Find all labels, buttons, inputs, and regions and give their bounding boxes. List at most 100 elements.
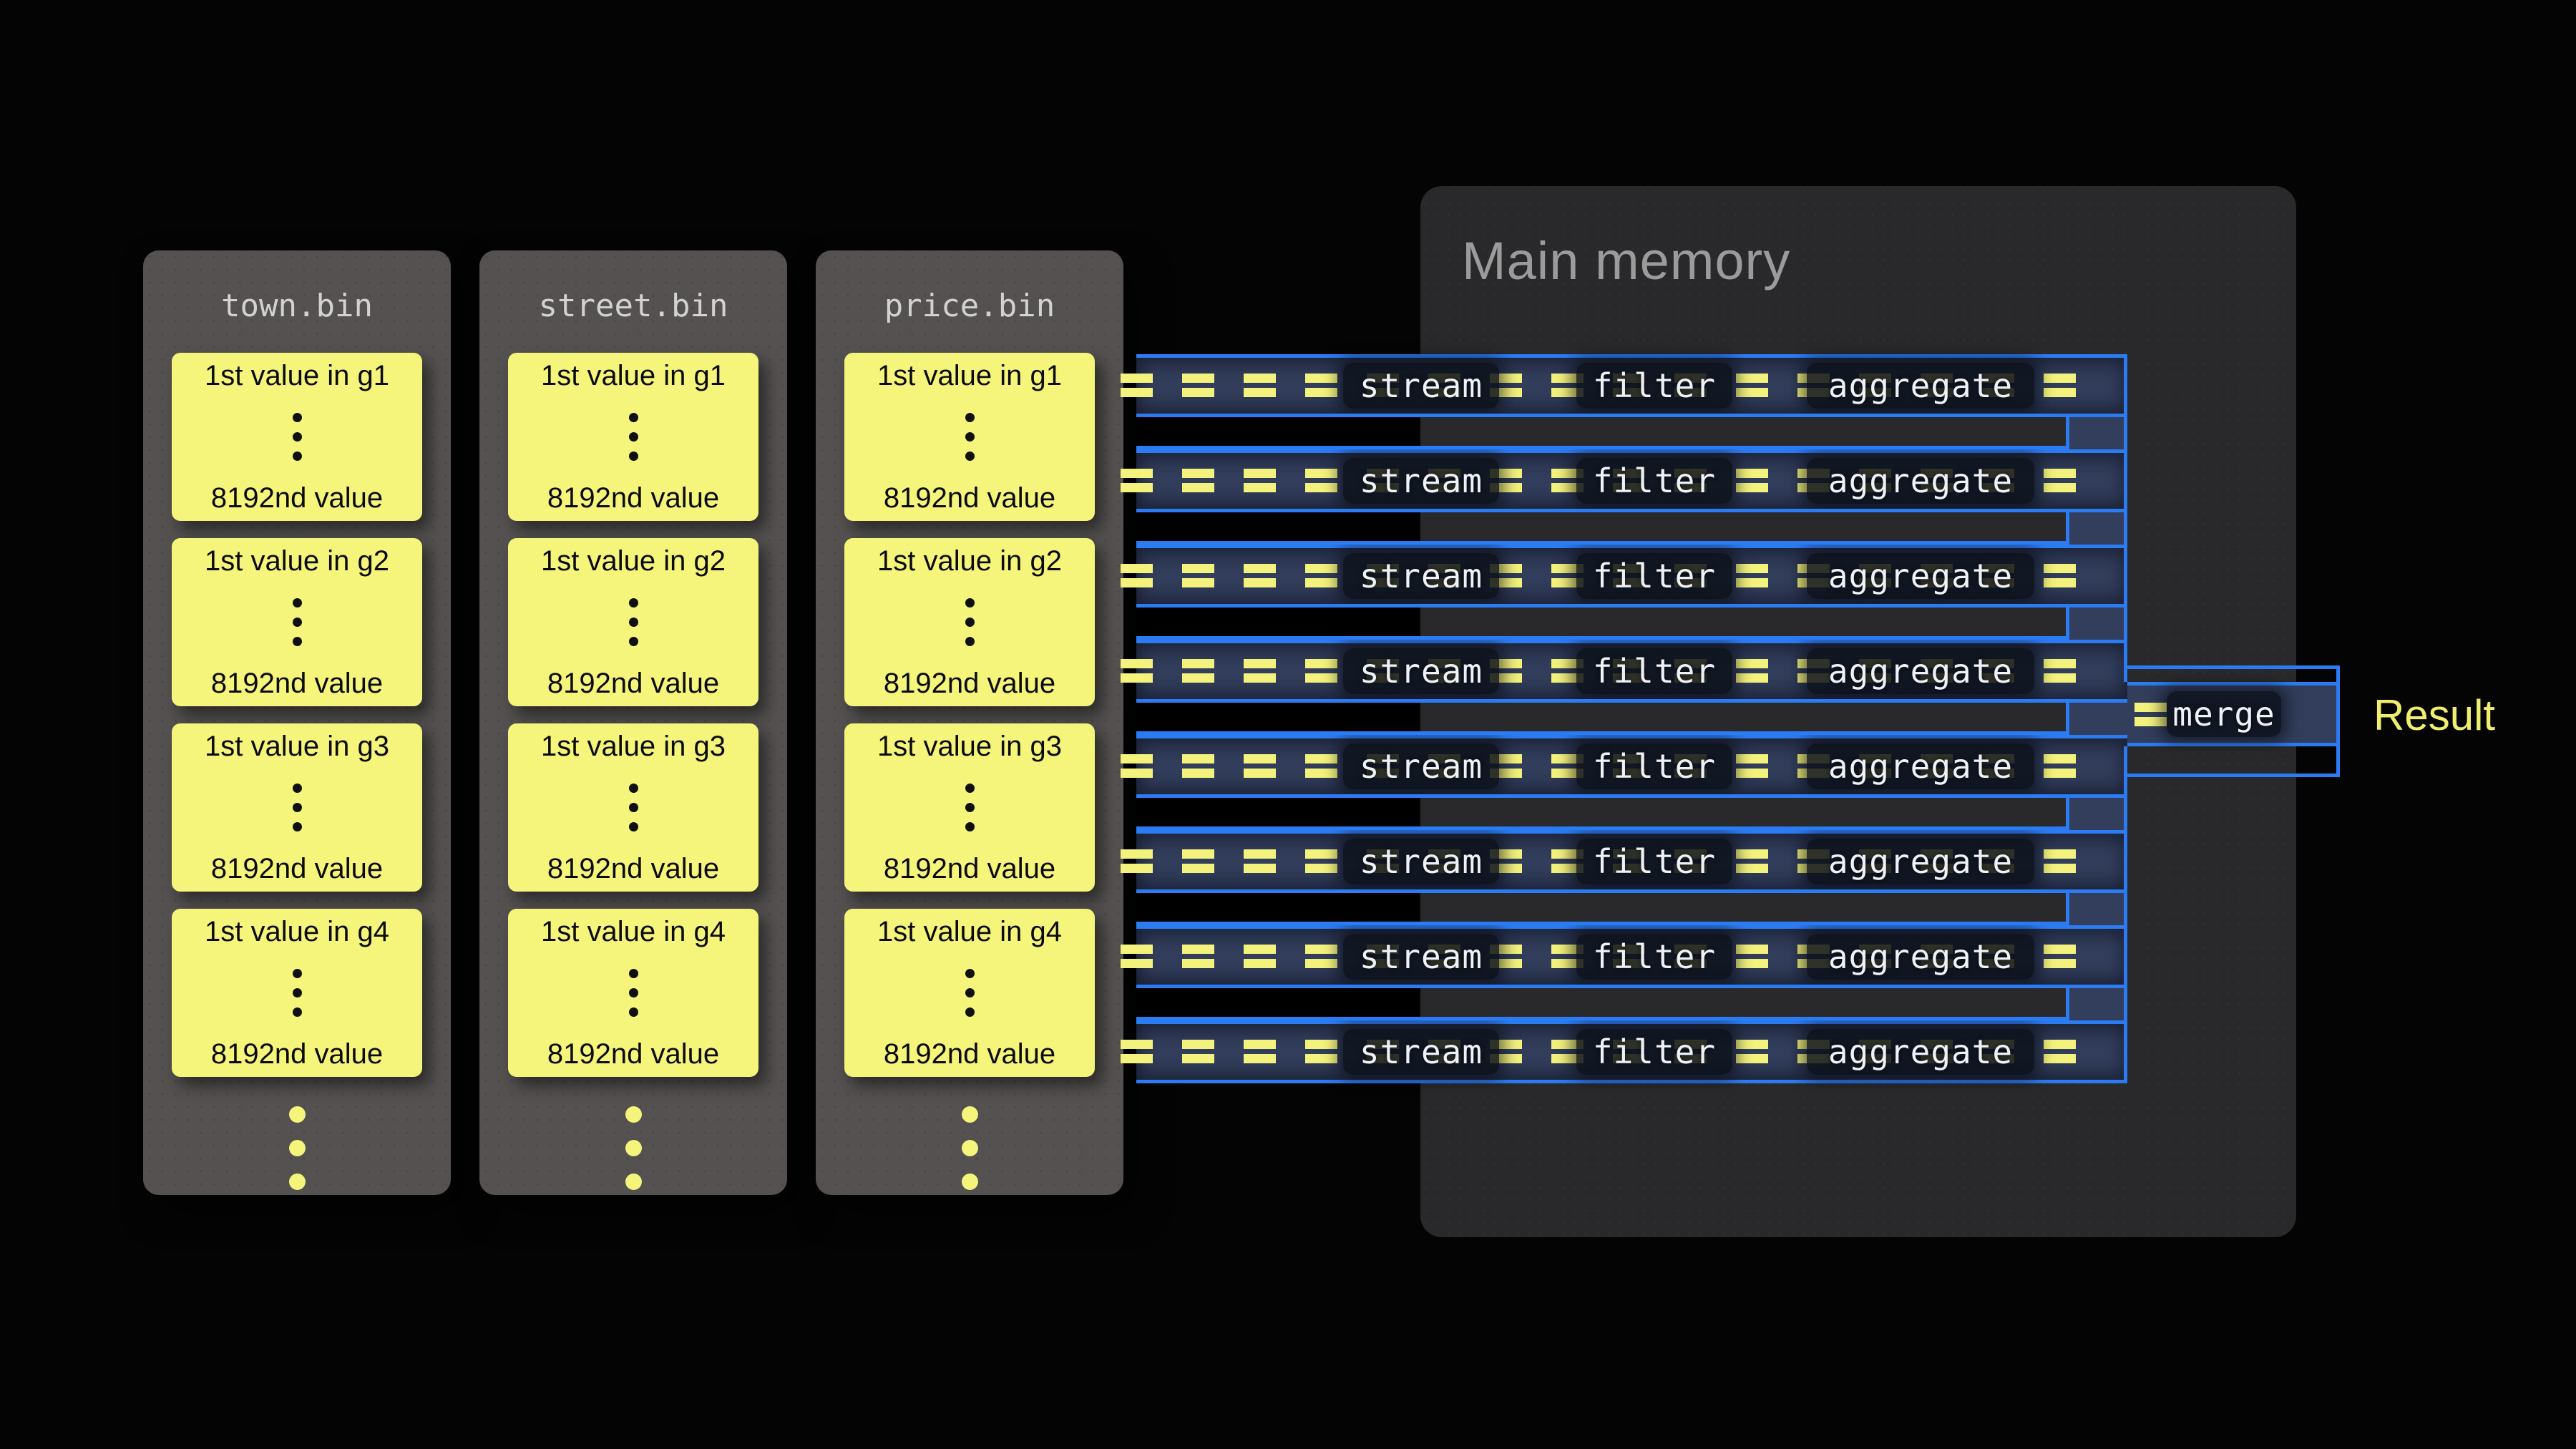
- stage-label: filter: [1593, 652, 1716, 691]
- first-value-label: 1st value in g1: [541, 360, 726, 391]
- pipeline-lane: stream filter aggregate: [1136, 640, 2127, 703]
- dot-icon: [629, 413, 638, 422]
- data-chunk-icon: [1182, 754, 1214, 778]
- more-groups-dots-icon: [143, 1098, 451, 1199]
- last-value-label: 8192nd value: [884, 482, 1055, 514]
- data-chunk-icon: [1244, 754, 1276, 778]
- dot-icon: [962, 1106, 978, 1123]
- dot-icon: [293, 598, 302, 608]
- data-chunk-icon: [2044, 849, 2076, 873]
- stage-box-aggregate: aggregate: [1807, 839, 2034, 884]
- pipeline-lane: streamfilteraggregate: [1136, 545, 2127, 608]
- file-card: price.bin1st value in g18192nd value1st …: [816, 250, 1123, 1195]
- stage-box-filter: filter: [1576, 839, 1732, 884]
- data-chunk-icon: [1121, 659, 1153, 683]
- pipeline-lane: streamfilteraggregate: [1136, 735, 2127, 798]
- stage-label: filter: [1593, 1033, 1716, 1071]
- data-chunk-icon: [2044, 1040, 2076, 1063]
- data-chunk-icon: [1182, 849, 1214, 873]
- dot-icon: [289, 1106, 306, 1123]
- ellipsis-dots-icon: [965, 593, 975, 651]
- data-chunk-icon: [1182, 469, 1214, 492]
- stage-box-filter: filter: [1576, 934, 1732, 980]
- dot-icon: [965, 988, 975, 997]
- stage-label: filter: [1593, 842, 1716, 881]
- first-value-label: 1st value in g4: [541, 916, 726, 947]
- ellipsis-dots-icon: [629, 408, 638, 466]
- merge-box: merge: [2167, 691, 2281, 737]
- stage-label: stream: [1360, 652, 1483, 691]
- dot-icon: [965, 1008, 975, 1017]
- stage-label: filter: [1593, 937, 1716, 976]
- data-chunk-icon: [1736, 849, 1768, 873]
- data-chunk-icon: [1121, 849, 1153, 873]
- dot-icon: [965, 637, 975, 646]
- data-chunk-icon: [2044, 659, 2076, 683]
- dot-icon: [293, 803, 302, 812]
- value-block: 1st value in g28192nd value: [508, 538, 758, 706]
- value-block: 1st value in g38192nd value: [172, 723, 422, 892]
- pipeline-right-border: [2124, 354, 2127, 682]
- stage-box-aggregate: aggregate: [1807, 743, 2034, 789]
- stage-box-aggregate: aggregate: [1807, 934, 2034, 980]
- stage-box-aggregate: aggregate: [1807, 1029, 2034, 1075]
- data-chunk-icon: [1736, 945, 1768, 968]
- data-chunk-icon: [2044, 945, 2076, 968]
- value-block: 1st value in g18192nd value: [172, 353, 422, 521]
- stage-box-filter: filter: [1576, 363, 1732, 409]
- file-name: town.bin: [143, 288, 451, 324]
- stage-label: stream: [1360, 937, 1483, 976]
- stage-label: aggregate: [1828, 747, 2013, 786]
- dot-icon: [965, 969, 975, 978]
- first-value-label: 1st value in g2: [541, 545, 726, 577]
- stage-box-stream: stream: [1343, 648, 1499, 694]
- data-chunk-icon: [1244, 469, 1276, 492]
- result-label: Result: [2373, 691, 2495, 740]
- stage-label: aggregate: [1828, 937, 2013, 976]
- stage-box-stream: stream: [1343, 839, 1499, 884]
- first-value-label: 1st value in g3: [205, 731, 389, 762]
- stage-box-filter: filter: [1576, 648, 1732, 694]
- stage-box-filter: filter: [1576, 553, 1732, 599]
- more-groups-dots-icon: [479, 1098, 787, 1199]
- data-chunk-icon: [1121, 754, 1153, 778]
- dot-icon: [293, 432, 302, 441]
- first-value-label: 1st value in g3: [877, 731, 1062, 762]
- dot-icon: [625, 1174, 642, 1190]
- last-value-label: 8192nd value: [884, 1038, 1055, 1070]
- more-groups-dots-icon: [816, 1098, 1123, 1199]
- stage-box-aggregate: aggregate: [1807, 648, 2034, 694]
- dot-icon: [293, 822, 302, 831]
- data-chunk-icon: [1244, 659, 1276, 683]
- dot-icon: [629, 598, 638, 608]
- data-chunk-icon: [1244, 374, 1276, 397]
- dot-icon: [289, 1174, 306, 1190]
- pipeline-right-border: [2124, 746, 2127, 1083]
- stage-box-filter: filter: [1576, 458, 1732, 504]
- ellipsis-dots-icon: [293, 408, 302, 466]
- dot-icon: [289, 1140, 306, 1156]
- dot-icon: [965, 822, 975, 831]
- stage-label: stream: [1360, 557, 1483, 595]
- ellipsis-dots-icon: [629, 779, 638, 836]
- data-chunk-icon: [1182, 659, 1214, 683]
- first-value-label: 1st value in g1: [877, 360, 1062, 391]
- pipeline-lane: streamfilteraggregate: [1136, 449, 2127, 512]
- stage-box-filter: filter: [1576, 743, 1732, 789]
- lane-separator-notch: [1136, 889, 2069, 925]
- stage-box-aggregate: aggregate: [1807, 458, 2034, 504]
- first-value-label: 1st value in g4: [205, 916, 389, 947]
- dot-icon: [965, 432, 975, 441]
- data-chunk-icon: [1736, 1040, 1768, 1063]
- ellipsis-dots-icon: [965, 408, 975, 466]
- dot-icon: [629, 637, 638, 646]
- stage-box-stream: stream: [1343, 363, 1499, 409]
- dot-icon: [629, 1008, 638, 1017]
- dot-icon: [625, 1106, 642, 1123]
- ellipsis-dots-icon: [965, 964, 975, 1022]
- value-block: 1st value in g48192nd value: [844, 909, 1095, 1077]
- first-value-label: 1st value in g2: [877, 545, 1062, 577]
- value-block: 1st value in g48192nd value: [172, 909, 422, 1077]
- lane-separator-notch: [1136, 985, 2069, 1020]
- stage-label: aggregate: [1828, 842, 2013, 881]
